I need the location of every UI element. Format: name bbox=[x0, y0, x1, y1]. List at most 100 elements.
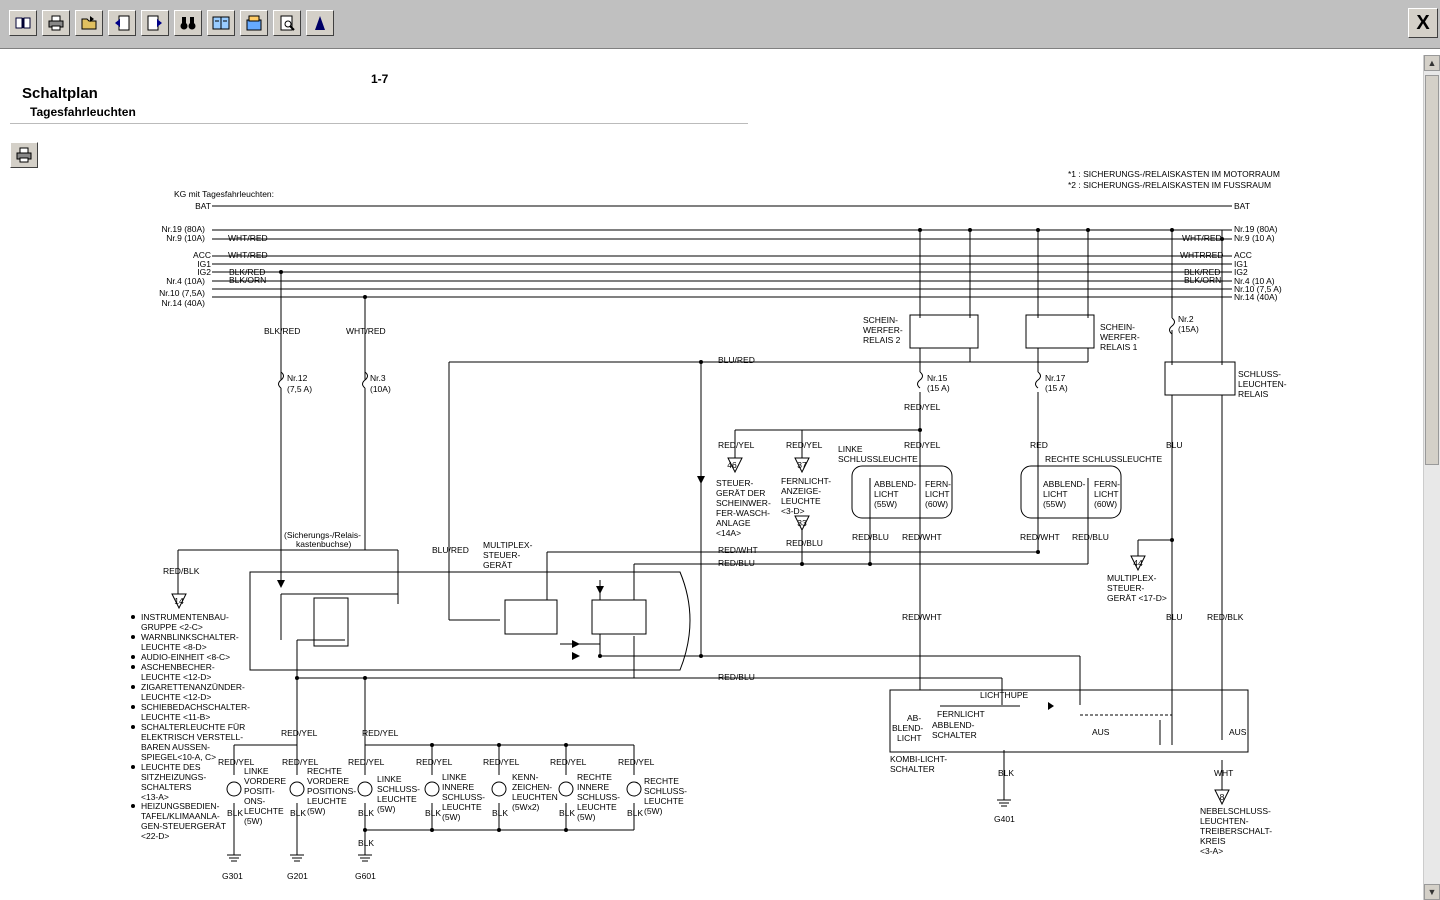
lamp-label: (5W) bbox=[577, 812, 596, 822]
wire-label: RED/YEL bbox=[416, 757, 453, 767]
forward-icon[interactable] bbox=[141, 10, 169, 36]
wire-label: RED/BLU bbox=[786, 538, 823, 548]
lamp-label: SCHLUSS- bbox=[644, 786, 687, 796]
headlight-label: (55W) bbox=[1043, 499, 1066, 509]
wire-label: BLK bbox=[627, 808, 643, 818]
book-icon[interactable] bbox=[9, 10, 37, 36]
wire-label: BLK bbox=[358, 808, 374, 818]
lamp-label: ZEICHEN- bbox=[512, 782, 552, 792]
binoculars-icon[interactable] bbox=[174, 10, 202, 36]
close-button[interactable]: X bbox=[1408, 8, 1438, 38]
wire-label: RED/YEL bbox=[362, 728, 399, 738]
preview-icon[interactable] bbox=[273, 10, 301, 36]
lamp-label: SCHLUSS- bbox=[577, 792, 620, 802]
fuse-label: (7,5 A) bbox=[287, 384, 312, 394]
rail-label-left: BAT bbox=[195, 201, 211, 211]
scroll-down-icon[interactable]: ▼ bbox=[1424, 884, 1440, 900]
wire-label: WHT/RED bbox=[228, 233, 268, 243]
list-item: <22-D> bbox=[141, 831, 169, 841]
scrollbar-thumb[interactable] bbox=[1425, 75, 1439, 465]
rail-label-right: BAT bbox=[1234, 201, 1250, 211]
connector-label: 44 bbox=[1133, 558, 1143, 568]
connector-label: 14 bbox=[174, 596, 184, 606]
wire-label: RED/WHT bbox=[902, 612, 942, 622]
component-label: <14A> bbox=[716, 528, 741, 538]
lamp-label: KENN- bbox=[512, 772, 539, 782]
ground-label: G301 bbox=[222, 871, 243, 881]
index-icon[interactable] bbox=[240, 10, 268, 36]
component-label: <3-D> bbox=[781, 506, 805, 516]
lamp-label: LEUCHTE bbox=[244, 806, 284, 816]
wire-label: BLK bbox=[425, 808, 441, 818]
wire-label: WHT/RED bbox=[346, 326, 386, 336]
list-item: SPIEGEL<10-A, C> bbox=[141, 752, 216, 762]
toolbar: X bbox=[0, 0, 1440, 49]
component-label: RECHTE SCHLUSSLEUCHTE bbox=[1045, 454, 1162, 464]
component-label: FERNLICHT- bbox=[781, 476, 831, 486]
wire-label: RED/BLU bbox=[852, 532, 889, 542]
list-item: WARNBLINKSCHALTER- bbox=[141, 632, 239, 642]
relay-label: RELAIS bbox=[1238, 389, 1269, 399]
back-icon[interactable] bbox=[108, 10, 136, 36]
lamp-label: RECHTE bbox=[644, 776, 679, 786]
component-label: LEUCHTE bbox=[781, 496, 821, 506]
switch-label: AUS bbox=[1092, 727, 1110, 737]
wire-label: BLK bbox=[358, 838, 374, 848]
wire-label: WHTRRED bbox=[1180, 250, 1223, 260]
wire-label: RED/YEL bbox=[618, 757, 655, 767]
vertical-scrollbar[interactable]: ▲ ▼ bbox=[1423, 55, 1440, 900]
scroll-up-icon[interactable]: ▲ bbox=[1424, 55, 1440, 71]
lamp-label: LEUCHTEN bbox=[512, 792, 558, 802]
component-label: MULTIPLEX- bbox=[1107, 573, 1157, 583]
folder-icon[interactable] bbox=[75, 10, 103, 36]
lamp-label: SCHLUSS- bbox=[442, 792, 485, 802]
component-label: GERÄT DER bbox=[716, 488, 765, 498]
wire-label: BLK bbox=[290, 808, 306, 818]
wire-label: WHT bbox=[1214, 768, 1233, 778]
wire-label: WHT/RED bbox=[1182, 233, 1222, 243]
component-label: STEUER- bbox=[483, 550, 520, 560]
lamp-label: LINKE bbox=[442, 772, 467, 782]
lamp-label: LINKE bbox=[244, 766, 269, 776]
wire-label: BLU bbox=[1166, 612, 1183, 622]
component-label: LEUCHTEN- bbox=[1200, 816, 1249, 826]
switch-label: SCHALTER bbox=[890, 764, 935, 774]
ground-label: G601 bbox=[355, 871, 376, 881]
component-label: SCHEINWER- bbox=[716, 498, 771, 508]
switch-label: AB- bbox=[907, 713, 921, 723]
fuse-label: Nr.15 bbox=[927, 373, 948, 383]
manual-icon[interactable] bbox=[207, 10, 235, 36]
wire-label: WHT/RED bbox=[228, 250, 268, 260]
list-item: ELEKTRISCH VERSTELL- bbox=[141, 732, 243, 742]
component-label: GERÄT <17-D> bbox=[1107, 593, 1167, 603]
wire-label: BLU/RED bbox=[718, 355, 755, 365]
list-item: TAFEL/KLIMAANLA- bbox=[141, 811, 220, 821]
wire-label: BLU/RED bbox=[432, 545, 469, 555]
highlight-icon[interactable] bbox=[306, 10, 334, 36]
relay-label: LEUCHTEN- bbox=[1238, 379, 1287, 389]
headlight-label: LICHT bbox=[1043, 489, 1068, 499]
lamp-label: LEUCHTE bbox=[644, 796, 684, 806]
rail-label-right: Nr.9 (10 A) bbox=[1234, 233, 1275, 243]
wire-label: BLK bbox=[492, 808, 508, 818]
printer-icon[interactable] bbox=[42, 10, 70, 36]
wire-label: BLK bbox=[559, 808, 575, 818]
list-item: ASCHENBECHER- bbox=[141, 662, 215, 672]
wire-label: RED/BLU bbox=[1072, 532, 1109, 542]
wire-label: RED/YEL bbox=[904, 440, 941, 450]
fuse-label: (15 A) bbox=[927, 383, 950, 393]
connector-label: 8 bbox=[1220, 792, 1225, 802]
lamp-label: SCHLUSS- bbox=[377, 784, 420, 794]
wire-label: RED/YEL bbox=[786, 440, 823, 450]
lamp-label: VORDERE bbox=[244, 776, 286, 786]
relay-label: RELAIS 1 bbox=[1100, 342, 1138, 352]
component-label: GERÄT bbox=[483, 560, 512, 570]
component-label: FER-WASCH- bbox=[716, 508, 770, 518]
rail-label-left: Nr.9 (10A) bbox=[166, 233, 205, 243]
wire-label: BLU bbox=[1166, 440, 1183, 450]
wire-label: BLK/RED bbox=[264, 326, 300, 336]
list-item: LEUCHTE <8-D> bbox=[141, 642, 207, 652]
rail-label-left: Nr.4 (10A) bbox=[166, 276, 205, 286]
ground-label: G401 bbox=[994, 814, 1015, 824]
wire-label: RED/WHT bbox=[1020, 532, 1060, 542]
